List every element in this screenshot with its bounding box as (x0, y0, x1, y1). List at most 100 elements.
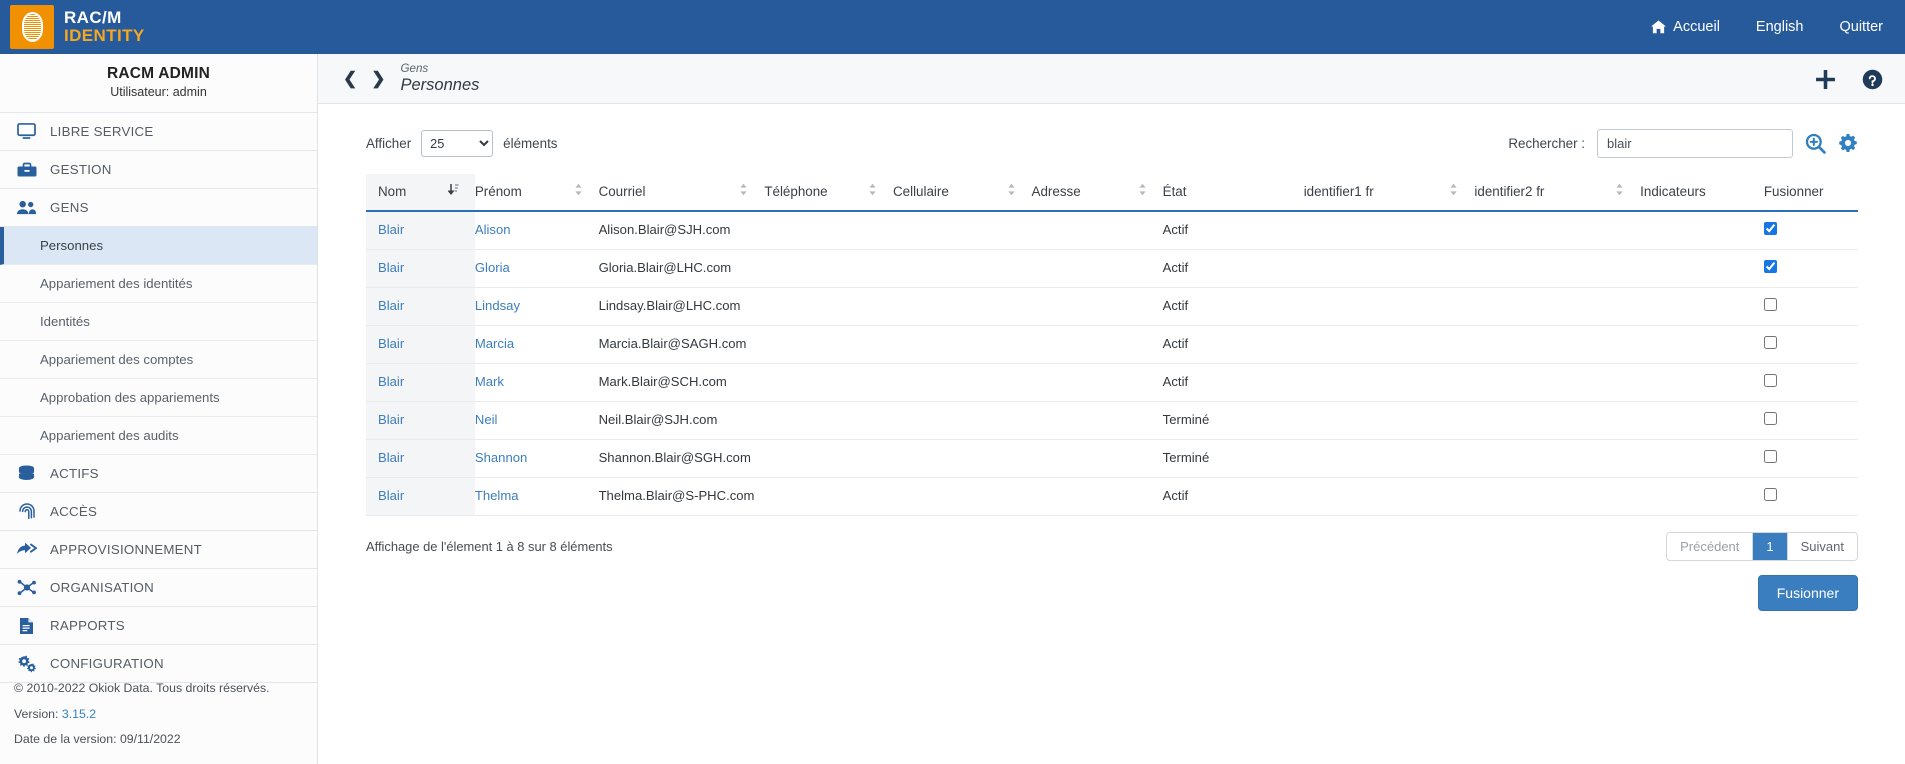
cell-nom[interactable]: Blair (366, 287, 475, 326)
merge-checkbox[interactable] (1763, 374, 1777, 387)
version-link[interactable]: 3.15.2 (62, 707, 96, 721)
pagination-prev[interactable]: Précédent (1667, 533, 1754, 560)
merge-checkbox[interactable] (1763, 412, 1777, 425)
cell-prenom[interactable]: Lindsay (474, 287, 599, 326)
chevron-down-icon[interactable]: ❯ (364, 70, 392, 87)
cell-nom[interactable]: Blair (366, 325, 475, 364)
cell-identifier2 (1474, 211, 1641, 250)
brand-logo[interactable]: RAC/M IDENTITY (0, 0, 144, 54)
sidebar-subitem-appariement-identites[interactable]: Appariement des identités (0, 265, 317, 303)
cell-nom[interactable]: Blair (366, 439, 475, 478)
cell-prenom[interactable]: Gloria (474, 249, 599, 288)
merge-checkbox[interactable] (1763, 298, 1777, 311)
sidebar-item-approvisionnement-label: APPROVISIONNEMENT (50, 542, 203, 557)
search-plus-icon[interactable] (1805, 133, 1826, 154)
sidebar-item-libre-service[interactable]: LIBRE SERVICE (0, 113, 317, 151)
cell-fusionner (1763, 401, 1858, 440)
table-header-row: Nom Prénom Courriel Téléphone Cellulaire… (366, 174, 1858, 212)
back-chevron-icon[interactable]: ❮ (336, 70, 364, 87)
add-icon[interactable] (1815, 69, 1836, 90)
cell-nom-link[interactable]: Blair (378, 374, 404, 389)
column-header-nom[interactable]: Nom (366, 174, 475, 212)
cell-nom[interactable]: Blair (366, 363, 475, 402)
cell-prenom-link[interactable]: Alison (475, 222, 511, 237)
cell-nom[interactable]: Blair (366, 401, 475, 440)
table-row: Blair Mark Mark.Blair@SCH.com Actif (366, 363, 1858, 402)
sidebar-subitem-approbation-appariements[interactable]: Approbation des appariements (0, 379, 317, 417)
sidebar-subitem-personnes[interactable]: Personnes (0, 227, 317, 265)
merge-checkbox[interactable] (1763, 222, 1777, 235)
cell-nom[interactable]: Blair (366, 249, 475, 288)
sidebar-item-rapports[interactable]: RAPPORTS (0, 607, 317, 645)
cell-prenom[interactable]: Shannon (474, 439, 599, 478)
column-header-adresse-label: Adresse (1031, 183, 1081, 199)
nav-accueil[interactable]: Accueil (1651, 19, 1720, 35)
column-header-identifier1-label: identifier1 fr (1303, 183, 1374, 199)
cell-prenom[interactable]: Neil (474, 401, 599, 440)
cell-prenom-link[interactable]: Gloria (475, 260, 510, 275)
cell-prenom-link[interactable]: Marcia (475, 336, 514, 351)
cell-nom-link[interactable]: Blair (378, 260, 404, 275)
cell-nom-link[interactable]: Blair (378, 488, 404, 503)
nav-english-label: English (1755, 19, 1804, 35)
sidebar-item-actifs[interactable]: ACTIFS (0, 455, 317, 493)
sidebar-item-approvisionnement[interactable]: APPROVISIONNEMENT (0, 531, 317, 569)
nav-english[interactable]: English (1756, 19, 1804, 35)
merge-checkbox[interactable] (1763, 488, 1777, 501)
pagination-next[interactable]: Suivant (1788, 533, 1857, 560)
column-header-adresse[interactable]: Adresse (1031, 174, 1163, 212)
cell-etat: Actif (1162, 363, 1304, 402)
page-length-select[interactable]: 25 (421, 129, 494, 157)
people-icon (16, 198, 37, 217)
merge-checkbox[interactable] (1763, 450, 1777, 463)
sidebar-item-organisation[interactable]: ORGANISATION (0, 569, 317, 607)
merge-button[interactable]: Fusionner (1757, 575, 1858, 611)
cell-prenom[interactable]: Mark (474, 363, 599, 402)
column-header-courriel[interactable]: Courriel (598, 174, 765, 212)
help-icon[interactable] (1862, 69, 1883, 90)
sidebar-item-acces-label: ACCÈS (50, 504, 98, 519)
cell-indicateurs (1640, 439, 1764, 478)
column-header-etat[interactable]: État (1162, 174, 1304, 212)
sidebar-item-acces[interactable]: ACCÈS (0, 493, 317, 531)
cell-nom-link[interactable]: Blair (378, 222, 404, 237)
cell-prenom-link[interactable]: Mark (475, 374, 504, 389)
cell-indicateurs (1640, 211, 1764, 250)
breadcrumb-parent[interactable]: Gens (401, 62, 480, 75)
cell-prenom[interactable]: Marcia (474, 325, 599, 364)
cell-nom[interactable]: Blair (366, 477, 475, 516)
pagination: Précédent 1 Suivant (1666, 532, 1858, 561)
nav-quitter[interactable]: Quitter (1839, 19, 1883, 35)
sidebar-item-gestion[interactable]: GESTION (0, 151, 317, 189)
merge-checkbox[interactable] (1763, 260, 1777, 273)
column-header-telephone[interactable]: Téléphone (764, 174, 893, 212)
column-header-prenom[interactable]: Prénom (474, 174, 599, 212)
pagination-page-1[interactable]: 1 (1753, 533, 1788, 560)
cell-nom-link[interactable]: Blair (378, 298, 404, 313)
column-header-cellulaire[interactable]: Cellulaire (892, 174, 1032, 212)
gear-icon[interactable] (1838, 133, 1858, 153)
gears-icon (16, 654, 37, 673)
cell-nom-link[interactable]: Blair (378, 336, 404, 351)
cell-prenom[interactable]: Alison (474, 211, 599, 250)
sidebar: RACM ADMIN Utilisateur: admin LIBRE SERV… (0, 54, 318, 764)
sidebar-subitem-appariement-audits[interactable]: Appariement des audits (0, 417, 317, 455)
column-header-identifier1[interactable]: identifier1 fr (1303, 174, 1475, 212)
cell-nom[interactable]: Blair (366, 211, 475, 250)
cell-adresse (1031, 439, 1163, 478)
cell-nom-link[interactable]: Blair (378, 450, 404, 465)
merge-checkbox[interactable] (1763, 336, 1777, 349)
column-header-identifier2[interactable]: identifier2 fr (1474, 174, 1641, 212)
cell-prenom-link[interactable]: Lindsay (475, 298, 520, 313)
search-input[interactable] (1597, 128, 1793, 158)
cell-nom-link[interactable]: Blair (378, 412, 404, 427)
cell-prenom[interactable]: Thelma (474, 477, 599, 516)
top-header-bar: RAC/M IDENTITY Accueil English Quitter (0, 0, 1905, 54)
cell-prenom-link[interactable]: Thelma (475, 488, 519, 503)
cell-prenom-link[interactable]: Neil (475, 412, 498, 427)
sidebar-item-gens[interactable]: GENS (0, 189, 317, 227)
sidebar-subitem-identites[interactable]: Identités (0, 303, 317, 341)
sidebar-subitem-appariement-comptes[interactable]: Appariement des comptes (0, 341, 317, 379)
show-label: Afficher (366, 135, 412, 151)
cell-prenom-link[interactable]: Shannon (475, 450, 527, 465)
